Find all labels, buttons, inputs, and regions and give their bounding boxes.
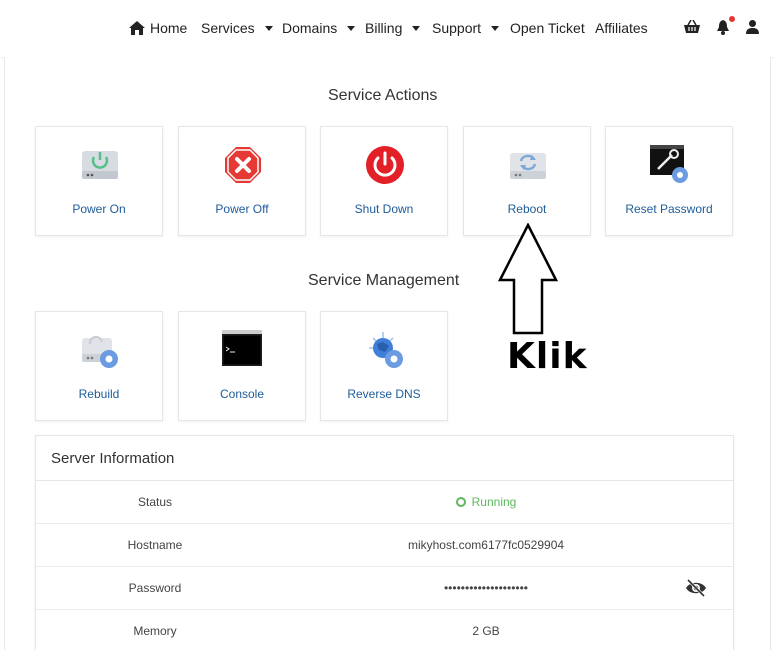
- power-on-icon: [82, 151, 118, 179]
- status-circle-icon: [455, 497, 466, 507]
- cart-button[interactable]: [683, 18, 701, 36]
- shopping-basket-icon: [684, 20, 700, 33]
- reset-password-label: Reset Password: [625, 202, 713, 216]
- table-row: Memory 2 GB: [36, 610, 733, 650]
- bell-icon: [717, 19, 729, 35]
- service-actions-title: Service Actions: [328, 87, 438, 104]
- reset-password-button[interactable]: Reset Password: [605, 126, 733, 236]
- console-button[interactable]: Console: [178, 311, 306, 421]
- server-info-card: Server Information Status Running Hostna…: [35, 435, 734, 650]
- notifications-button[interactable]: [714, 16, 735, 36]
- rebuild-button[interactable]: Rebuild: [35, 311, 163, 421]
- table-row: Hostname mikyhost.com6177fc0529904: [36, 524, 733, 567]
- nav-affiliates[interactable]: Affiliates: [595, 18, 648, 38]
- rebuild-label: Rebuild: [78, 387, 120, 401]
- caret-down-icon: [412, 26, 421, 31]
- reboot-icon: [510, 153, 546, 179]
- nav-services[interactable]: Services: [201, 18, 273, 38]
- caret-down-icon: [264, 26, 273, 31]
- service-management-title: Service Management: [308, 272, 460, 289]
- shut-down-button[interactable]: Shut Down: [320, 126, 448, 236]
- nav-support-label: Support: [432, 20, 482, 36]
- reverse-dns-button[interactable]: Reverse DNS: [320, 311, 448, 421]
- status-text: Running: [471, 495, 517, 509]
- status-value: Running: [274, 495, 698, 509]
- caret-down-icon: [491, 26, 500, 31]
- reverse-dns-label: Reverse DNS: [347, 387, 421, 401]
- console-icon: [222, 330, 262, 366]
- top-navbar: Home Services Domains Billing Support Op…: [0, 0, 774, 57]
- nav-support[interactable]: Support: [432, 18, 500, 38]
- status-label: Status: [137, 495, 173, 509]
- power-off-label: Power Off: [215, 202, 269, 216]
- caret-down-icon: [347, 26, 356, 31]
- memory-label: Memory: [133, 624, 177, 638]
- nav-home-label: Home: [150, 20, 188, 36]
- password-value: ••••••••••••••••••••: [443, 581, 529, 595]
- shutdown-icon: [366, 146, 404, 184]
- nav-domains[interactable]: Domains: [282, 18, 356, 38]
- nav-domains-label: Domains: [282, 20, 338, 36]
- user-icon: [745, 20, 759, 34]
- hostname-value: mikyhost.com6177fc0529904: [407, 538, 565, 552]
- reboot-label: Reboot: [507, 202, 547, 216]
- nav-open-ticket[interactable]: Open Ticket: [510, 18, 585, 38]
- klik-annotation: Klik: [507, 336, 588, 377]
- power-on-label: Power On: [72, 202, 126, 216]
- nav-affiliates-label: Affiliates: [595, 20, 648, 36]
- table-row: Password ••••••••••••••••••••: [36, 567, 733, 610]
- eye-slash-icon[interactable]: [685, 579, 707, 597]
- server-info-title: Server Information: [51, 450, 175, 467]
- reverse-dns-icon: [369, 332, 403, 368]
- nav-home[interactable]: Home: [129, 18, 187, 38]
- shut-down-label: Shut Down: [354, 202, 414, 216]
- nav-services-label: Services: [201, 20, 255, 36]
- memory-value: 2 GB: [472, 624, 500, 638]
- up-arrow-annotation: [498, 223, 558, 335]
- reboot-button[interactable]: Reboot: [463, 126, 591, 236]
- rebuild-icon: [82, 335, 118, 368]
- reset-password-icon: [650, 145, 688, 183]
- console-label: Console: [219, 387, 265, 401]
- server-info-header: Server Information: [36, 436, 733, 481]
- nav-billing-label: Billing: [365, 20, 403, 36]
- table-row: Status Running: [36, 481, 733, 524]
- power-off-button[interactable]: Power Off: [178, 126, 306, 236]
- power-off-icon: [225, 147, 261, 183]
- home-icon: [129, 21, 145, 35]
- power-on-button[interactable]: Power On: [35, 126, 163, 236]
- hostname-label: Hostname: [127, 538, 183, 552]
- notification-badge: [729, 16, 735, 22]
- account-button[interactable]: [743, 18, 761, 36]
- password-label: Password: [128, 581, 182, 595]
- nav-open-ticket-label: Open Ticket: [510, 20, 585, 36]
- nav-billing[interactable]: Billing: [365, 18, 421, 38]
